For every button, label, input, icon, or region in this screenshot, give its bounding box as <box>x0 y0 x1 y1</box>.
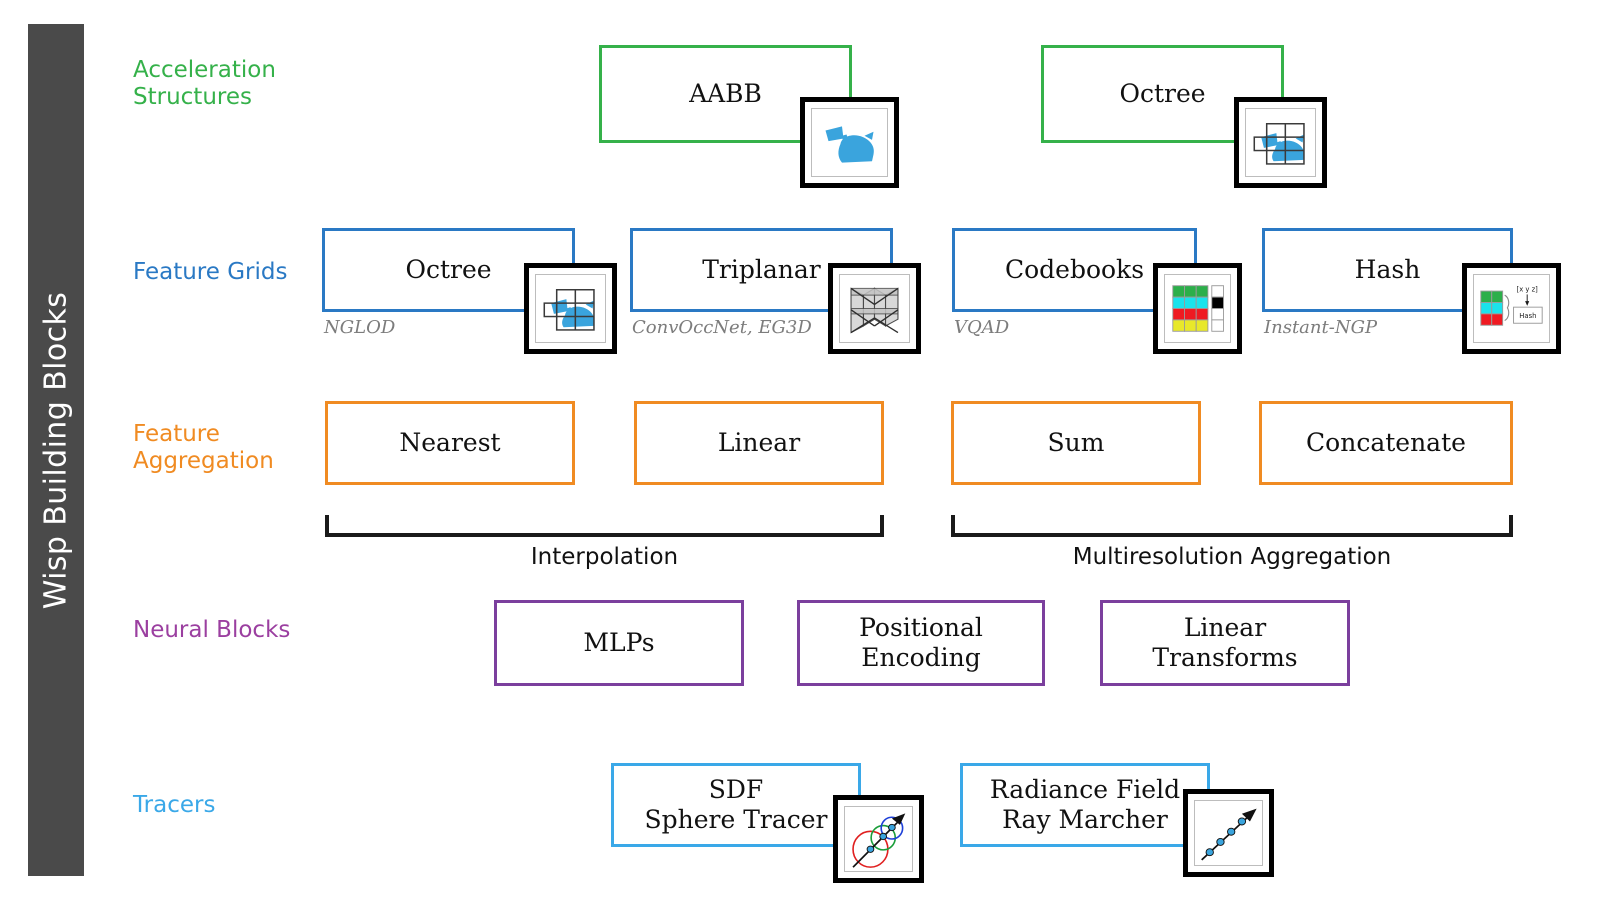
row-label-feature-aggregation: Feature Aggregation <box>133 421 274 474</box>
block-codebooks-label: Codebooks <box>1004 255 1145 284</box>
sphere-trace-icon <box>833 795 924 883</box>
block-aabb-label: AABB <box>689 79 762 108</box>
codebook-palette-icon <box>1153 263 1242 354</box>
block-nearest[interactable]: Nearest <box>325 401 575 485</box>
block-linear[interactable]: Linear <box>634 401 884 485</box>
block-mlps-label: MLPs <box>583 628 655 657</box>
block-nearest-label: Nearest <box>399 428 501 457</box>
hash-table-icon: [x y z] Hash <box>1462 263 1561 354</box>
block-hash-label: Hash <box>1354 255 1421 284</box>
caption-instant-ngp: Instant-NGP <box>1264 317 1378 338</box>
block-linear-transforms-label: Linear Transforms <box>1152 613 1298 672</box>
bracket-bar <box>951 533 1513 537</box>
bracket-bar <box>325 533 884 537</box>
bracket-interpolation <box>325 515 884 537</box>
caption-convoccnet-eg3d: ConvOccNet, EG3D <box>632 317 812 338</box>
caption-nglod: NGLOD <box>324 317 396 338</box>
block-positional-encoding[interactable]: Positional Encoding <box>797 600 1045 686</box>
block-octree-grid-label: Octree <box>405 255 492 284</box>
bracket-label-multiresolution-aggregation: Multiresolution Aggregation <box>1072 544 1392 570</box>
svg-text:[x y z]: [x y z] <box>1517 286 1539 294</box>
block-radiance-field-ray-marcher-label: Radiance Field Ray Marcher <box>989 775 1181 834</box>
bracket-tick-left <box>325 515 329 537</box>
caption-vqad: VQAD <box>954 317 1010 338</box>
bracket-tick-left <box>951 515 955 537</box>
row-label-tracers: Tracers <box>133 792 216 818</box>
block-octree-acceleration-label: Octree <box>1119 79 1206 108</box>
sidebar-title: Wisp Building Blocks <box>38 291 74 609</box>
diagram-canvas: Wisp Building Blocks Acceleration Struct… <box>0 0 1600 900</box>
triplanar-planes-icon <box>828 263 921 354</box>
block-positional-encoding-label: Positional Encoding <box>859 613 983 672</box>
aabb-bunny-icon <box>800 97 899 188</box>
block-linear-label: Linear <box>717 428 801 457</box>
octree-grid-bunny-icon <box>524 263 617 354</box>
ray-march-icon <box>1183 789 1274 877</box>
block-radiance-field-ray-marcher[interactable]: Radiance Field Ray Marcher <box>960 763 1210 847</box>
block-mlps[interactable]: MLPs <box>494 600 744 686</box>
block-triplanar-label: Triplanar <box>702 255 821 284</box>
bracket-tick-right <box>1509 515 1513 537</box>
block-sdf-sphere-tracer[interactable]: SDF Sphere Tracer <box>611 763 861 847</box>
row-label-feature-grids: Feature Grids <box>133 259 288 285</box>
row-label-acceleration-structures: Acceleration Structures <box>133 57 276 110</box>
block-sum-label: Sum <box>1047 428 1105 457</box>
bracket-tick-right <box>880 515 884 537</box>
sidebar: Wisp Building Blocks <box>28 24 84 876</box>
bracket-multiresolution-aggregation <box>951 515 1513 537</box>
bracket-label-interpolation: Interpolation <box>530 544 679 570</box>
svg-text:Hash: Hash <box>1519 312 1536 320</box>
block-sdf-sphere-tracer-label: SDF Sphere Tracer <box>644 775 828 834</box>
block-linear-transforms[interactable]: Linear Transforms <box>1100 600 1350 686</box>
block-concatenate[interactable]: Concatenate <box>1259 401 1513 485</box>
octree-grid-bunny-icon <box>1234 97 1327 188</box>
row-label-neural-blocks: Neural Blocks <box>133 617 291 643</box>
block-concatenate-label: Concatenate <box>1306 428 1466 457</box>
block-sum[interactable]: Sum <box>951 401 1201 485</box>
